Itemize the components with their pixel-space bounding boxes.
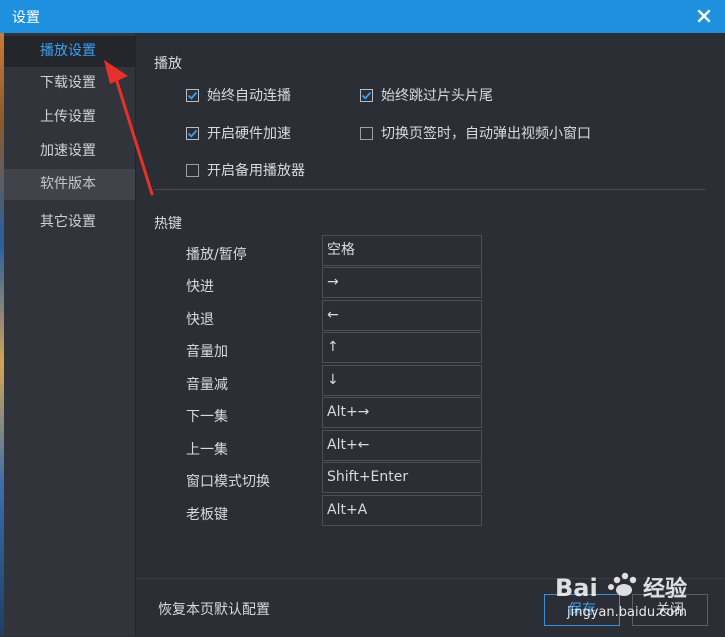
section-divider <box>154 189 706 190</box>
save-button[interactable]: 保存 <box>544 594 620 626</box>
settings-sidebar: 播放设置 下载设置 上传设置 加速设置 软件版本 其它设置 <box>4 33 136 636</box>
checkbox-box <box>186 88 199 102</box>
hotkey-volume-up-input[interactable]: ↑ <box>322 332 482 363</box>
hotkey-label: 音量加 <box>186 344 228 360</box>
checkmark-icon <box>187 129 198 138</box>
hotkeys-section-title: 热键 <box>154 216 182 232</box>
checkbox-label: 切换页签时，自动弹出视频小窗口 <box>381 126 591 142</box>
checkbox-label: 开启备用播放器 <box>207 163 305 179</box>
hotkey-label: 窗口模式切换 <box>186 474 270 490</box>
auto-continue-checkbox[interactable]: 始终自动连播 <box>186 85 291 105</box>
close-window-button[interactable] <box>691 4 717 28</box>
hotkey-label: 音量减 <box>186 377 228 393</box>
window-title: 设置 <box>12 10 40 26</box>
sidebar-item-upload[interactable]: 上传设置 <box>4 102 135 133</box>
checkbox-box <box>360 88 373 102</box>
hotkey-boss-key-input[interactable]: Alt+A <box>322 495 482 526</box>
checkbox-box <box>186 126 199 140</box>
sidebar-item-version[interactable]: 软件版本 <box>4 169 135 200</box>
sidebar-item-acceleration[interactable]: 加速设置 <box>4 136 135 167</box>
close-button[interactable]: 关闭 <box>632 594 708 626</box>
hotkey-volume-down-input[interactable]: ↓ <box>322 365 482 396</box>
hotkey-previous-episode-input[interactable]: Alt+← <box>322 430 482 461</box>
sidebar-item-download[interactable]: 下载设置 <box>4 68 135 99</box>
hotkey-rewind-input[interactable]: ← <box>322 300 482 331</box>
sidebar-item-other[interactable]: 其它设置 <box>4 207 135 238</box>
checkmark-icon <box>187 91 198 100</box>
hotkey-window-mode-input[interactable]: Shift+Enter <box>322 462 482 493</box>
hardware-acceleration-checkbox[interactable]: 开启硬件加速 <box>186 123 291 143</box>
playback-section-title: 播放 <box>154 56 182 72</box>
checkmark-icon <box>361 91 372 100</box>
hotkey-fast-forward-input[interactable]: → <box>322 267 482 298</box>
hotkey-label: 播放/暂停 <box>186 247 247 263</box>
mini-window-on-tab-switch-checkbox[interactable]: 切换页签时，自动弹出视频小窗口 <box>360 123 591 143</box>
backup-player-checkbox[interactable]: 开启备用播放器 <box>186 160 305 180</box>
hotkey-label: 快退 <box>186 312 214 328</box>
checkbox-label: 始终自动连播 <box>207 88 291 104</box>
close-icon <box>697 9 711 23</box>
hotkey-next-episode-input[interactable]: Alt+→ <box>322 397 482 428</box>
hotkey-label: 上一集 <box>186 442 228 458</box>
sidebar-item-playback[interactable]: 播放设置 <box>4 36 135 67</box>
checkbox-box <box>186 163 199 177</box>
title-bar: 设置 <box>0 0 725 33</box>
checkbox-box <box>360 126 373 140</box>
hotkey-play-pause-input[interactable]: 空格 <box>322 235 482 266</box>
hotkey-label: 下一集 <box>186 409 228 425</box>
checkbox-label: 开启硬件加速 <box>207 126 291 142</box>
hotkey-label: 快进 <box>186 279 214 295</box>
restore-defaults-link[interactable]: 恢复本页默认配置 <box>158 599 270 619</box>
checkbox-label: 始终跳过片头片尾 <box>381 88 493 104</box>
dialog-footer: 恢复本页默认配置 保存 关闭 <box>136 578 725 637</box>
settings-panel: 播放 始终自动连播 始终跳过片头片尾 开启硬件加速 切换页签时，自动弹出视频小窗… <box>136 33 725 636</box>
skip-intro-outro-checkbox[interactable]: 始终跳过片头片尾 <box>360 85 493 105</box>
hotkey-label: 老板键 <box>186 507 228 523</box>
